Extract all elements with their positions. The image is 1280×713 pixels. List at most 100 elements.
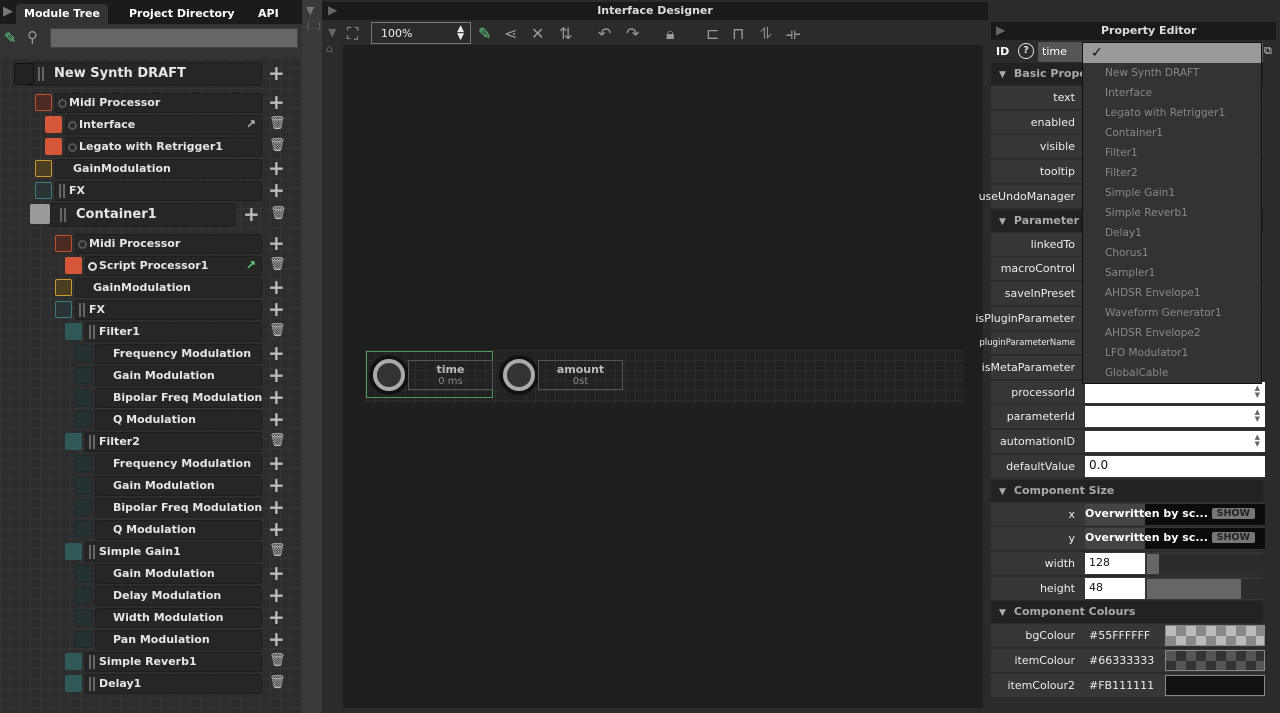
size-slider[interactable] — [1147, 578, 1265, 599]
help-icon[interactable]: ? — [1018, 43, 1034, 59]
home-icon[interactable]: ⌂ — [326, 42, 333, 55]
drag-handle-icon[interactable] — [59, 184, 65, 198]
dropdown-item[interactable]: Simple Gain1 — [1083, 183, 1261, 203]
add-icon[interactable]: + — [268, 387, 285, 407]
search-input[interactable] — [50, 28, 298, 48]
add-icon[interactable]: + — [268, 475, 285, 495]
trash-icon[interactable]: 🗑︎ — [270, 206, 287, 222]
add-icon[interactable]: + — [268, 92, 285, 112]
delete-x-icon[interactable]: ✕ — [531, 24, 544, 43]
module-colour-box[interactable] — [55, 279, 72, 296]
trash-icon[interactable]: 🗑︎ — [269, 433, 286, 449]
bypass-icon[interactable] — [68, 121, 77, 130]
trash-icon[interactable]: 🗑︎ — [269, 653, 286, 669]
drag-handle-icon[interactable] — [60, 208, 66, 222]
undo-icon[interactable]: ↶ — [598, 24, 611, 43]
property-combobox[interactable]: ▲ ▼ — [1085, 431, 1265, 453]
trash-icon[interactable]: 🗑︎ — [269, 138, 286, 154]
module-colour-box[interactable] — [75, 345, 92, 362]
module-colour-box[interactable] — [65, 543, 82, 560]
add-icon[interactable]: + — [268, 277, 285, 297]
bypass-icon[interactable] — [78, 240, 87, 249]
external-link-icon[interactable]: ↗ — [246, 257, 256, 273]
add-icon[interactable]: + — [268, 629, 285, 649]
dropdown-item[interactable]: New Synth DRAFT — [1083, 63, 1261, 83]
add-icon[interactable]: + — [268, 453, 285, 473]
copy-icon[interactable]: ⧉ — [1264, 44, 1272, 58]
show-button[interactable]: SHOW — [1211, 507, 1255, 519]
external-link-icon[interactable]: ↗ — [246, 116, 256, 132]
collapse-icon[interactable]: ▶ — [3, 4, 13, 19]
module-colour-box[interactable] — [75, 499, 92, 516]
module-colour-box[interactable] — [75, 455, 92, 472]
drag-handle-icon[interactable] — [89, 435, 95, 449]
tree-item[interactable] — [55, 181, 262, 201]
id-dropdown-menu[interactable]: ✓ New Synth DRAFT Interface Legato with Re… — [1082, 42, 1262, 384]
section-toggle-icon[interactable]: ▼ — [999, 70, 1006, 80]
dropdown-item[interactable]: Waveform Generator1 — [1083, 303, 1261, 323]
trash-icon[interactable]: 🗑︎ — [269, 257, 286, 273]
section-toggle-icon[interactable]: ▼ — [999, 217, 1006, 227]
property-combobox[interactable]: ▲ ▼ — [1085, 406, 1265, 428]
zoom-fit-icon[interactable]: ⛶ — [347, 24, 358, 44]
module-colour-box[interactable] — [55, 235, 72, 252]
section-toggle-icon[interactable]: ▼ — [999, 487, 1006, 497]
dropdown-item[interactable]: Delay1 — [1083, 223, 1261, 243]
share-icon[interactable]: ⋖ — [504, 24, 517, 43]
dropdown-item[interactable]: LFO Modulator1 — [1083, 343, 1261, 363]
section-header[interactable]: ▼ Component Size — [991, 479, 1263, 502]
add-icon[interactable]: + — [268, 563, 285, 583]
bypass-icon[interactable] — [58, 99, 67, 108]
distribute-horizontal-icon[interactable]: ⟛ — [786, 24, 801, 44]
module-colour-box[interactable] — [65, 433, 82, 450]
dropdown-item[interactable]: Chorus1 — [1083, 243, 1261, 263]
colour-swatch[interactable] — [1165, 625, 1265, 647]
add-icon[interactable]: + — [268, 180, 285, 200]
drag-handle-icon[interactable] — [89, 655, 95, 669]
module-colour-box[interactable] — [75, 565, 92, 582]
drag-handle-icon[interactable] — [38, 67, 44, 81]
edit-pencil-icon[interactable]: ✎ — [478, 24, 491, 43]
lock-icon[interactable]: 🔒︎ — [666, 24, 675, 44]
module-colour-box[interactable] — [75, 367, 92, 384]
module-colour-box[interactable] — [75, 477, 92, 494]
add-icon[interactable]: + — [268, 63, 285, 83]
add-icon[interactable]: + — [268, 409, 285, 429]
design-canvas[interactable]: time 0 ms amount 0st — [343, 45, 983, 708]
collapse-arrow-icon[interactable]: ▼ — [306, 4, 314, 17]
zoom-select[interactable]: 100% ▲ ▼ — [371, 22, 471, 44]
colour-swatch[interactable] — [1165, 650, 1265, 671]
dropdown-item[interactable]: Container1 — [1083, 123, 1261, 143]
drag-handle-icon[interactable] — [89, 325, 95, 339]
dropdown-item[interactable]: AHDSR Envelope2 — [1083, 323, 1261, 343]
add-icon[interactable]: + — [268, 343, 285, 363]
collapse-arrow-icon[interactable]: ▼ — [328, 26, 336, 39]
module-colour-box[interactable] — [35, 94, 52, 111]
module-colour-box[interactable] — [75, 609, 92, 626]
property-text-input[interactable]: 0.0 — [1085, 455, 1265, 477]
colour-swatch[interactable] — [1165, 674, 1265, 696]
section-header[interactable]: ▼ Component Colours — [991, 601, 1263, 624]
tab-module-tree[interactable]: Module Tree — [16, 4, 108, 24]
bypass-icon[interactable] — [68, 143, 77, 152]
show-button[interactable]: SHOW — [1211, 532, 1255, 544]
drag-handle-icon[interactable] — [89, 545, 95, 559]
module-colour-box[interactable] — [75, 631, 92, 648]
dropdown-item[interactable]: GlobalCable — [1083, 363, 1261, 383]
section-toggle-icon[interactable]: ▼ — [999, 608, 1006, 618]
dropdown-item[interactable]: Filter2 — [1083, 163, 1261, 183]
refresh-icon[interactable]: ⇅ — [559, 24, 572, 43]
add-icon[interactable]: + — [268, 233, 285, 253]
add-icon[interactable]: + — [268, 519, 285, 539]
add-icon[interactable]: + — [268, 497, 285, 517]
add-icon[interactable]: + — [268, 299, 285, 319]
module-colour-box[interactable] — [45, 138, 62, 155]
module-colour-box[interactable] — [75, 521, 92, 538]
trash-icon[interactable]: 🗑︎ — [269, 675, 286, 691]
property-number-input[interactable]: 48 — [1085, 577, 1145, 599]
pencil-icon[interactable]: ✎ — [4, 29, 17, 47]
module-colour-box[interactable] — [35, 182, 52, 199]
tab-api[interactable]: API — [258, 4, 279, 24]
align-top-icon[interactable]: ⊓ — [732, 24, 744, 43]
distribute-vertical-icon[interactable]: ⥮ — [760, 24, 772, 44]
